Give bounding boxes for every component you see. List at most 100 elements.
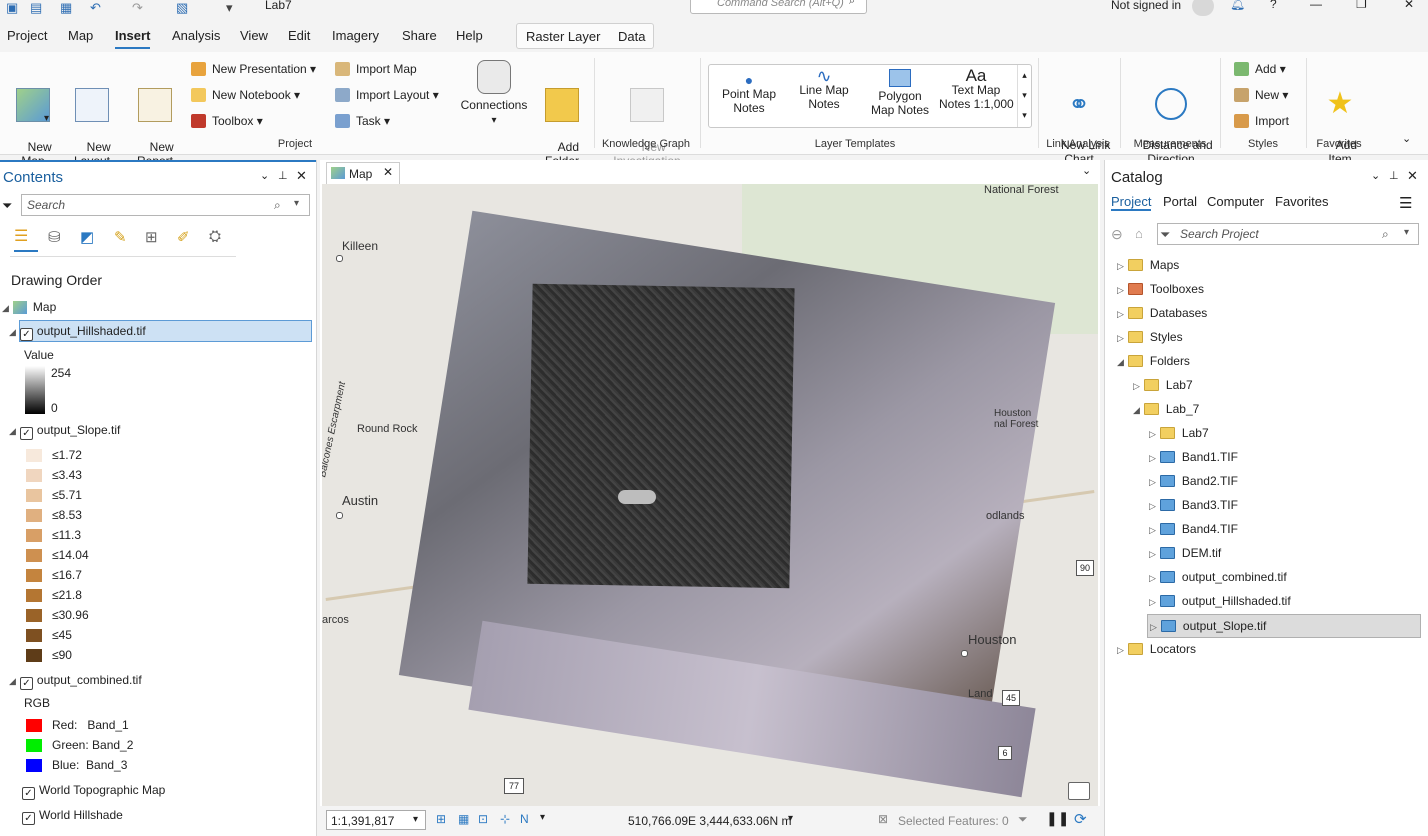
close-icon[interactable]: ✕ (1404, 0, 1414, 11)
catalog-item-databases[interactable]: ▷ Databases (1117, 302, 1207, 324)
list-by-source-icon[interactable]: ⛁ (48, 228, 61, 246)
toc-layer-hillshade[interactable]: ◢ ✓ output_Hillshaded.tif (9, 324, 146, 341)
list-by-drawing-order-icon[interactable]: ☰ (14, 226, 38, 252)
list-by-snapping-icon[interactable]: ⊞ (145, 228, 158, 246)
redo-icon[interactable]: ↷ (132, 0, 143, 16)
catalog-raster-item[interactable]: ▷ output_combined.tif (1149, 566, 1287, 588)
catalog-raster-item[interactable]: ▷ Band1.TIF (1149, 446, 1238, 468)
task-button[interactable]: Task ▾ (335, 112, 390, 130)
catalog-tab-project[interactable]: Project (1111, 194, 1152, 211)
color-swatch[interactable] (26, 759, 42, 772)
color-swatch[interactable] (26, 609, 42, 622)
north-arrow-icon[interactable]: N (520, 812, 529, 826)
avatar[interactable] (1192, 0, 1214, 16)
quick-access-icon[interactable]: ▧ (176, 0, 188, 16)
catalog-item-toolboxes[interactable]: ▷ Toolboxes (1117, 278, 1204, 300)
color-swatch[interactable] (26, 449, 42, 462)
catalog-search-input[interactable]: ⏷ Search Project ⌕ ▾ (1157, 223, 1419, 245)
styles-import-button[interactable]: Import (1234, 112, 1289, 130)
close-pane-icon[interactable]: ✕ (296, 168, 307, 184)
toc-layer-combined[interactable]: ◢ ✓ output_combined.tif (9, 673, 142, 690)
map-tab[interactable]: Map ✕ (326, 162, 400, 185)
color-swatch[interactable] (26, 719, 42, 732)
line-map-notes-button[interactable]: ∿ Line Map Notes (789, 67, 859, 111)
color-swatch[interactable] (26, 509, 42, 522)
help-icon[interactable]: ? (1270, 0, 1277, 11)
color-swatch[interactable] (26, 589, 42, 602)
new-notebook-button[interactable]: New Notebook ▾ (191, 86, 300, 104)
toc-map-row[interactable]: ◢ Map (2, 300, 56, 314)
catalog-raster-item[interactable]: ▷ Band3.TIF (1149, 494, 1238, 516)
tab-edit[interactable]: Edit (288, 28, 310, 43)
toc-layer-world-hillshade[interactable]: ✓ World Hillshade (22, 808, 123, 825)
new-presentation-button[interactable]: New Presentation ▾ (191, 60, 316, 78)
tab-data[interactable]: Data (618, 29, 645, 44)
pin-icon[interactable]: ⊥ (1389, 169, 1399, 182)
close-tab-icon[interactable]: ✕ (383, 165, 393, 179)
table-icon[interactable]: ▦ (458, 812, 469, 826)
color-swatch[interactable] (26, 529, 42, 542)
toc-layer-slope[interactable]: ◢ ✓ output_Slope.tif (9, 423, 120, 440)
home-icon[interactable]: ⌂ (1135, 226, 1143, 241)
tab-insert[interactable]: Insert (115, 28, 151, 49)
measure-icon[interactable]: ⊹ (500, 812, 510, 826)
expand-icon[interactable]: ◢ (9, 327, 16, 337)
layer-visibility-checkbox[interactable]: ✓ (22, 787, 35, 800)
import-layout-button[interactable]: Import Layout ▾ (335, 86, 439, 104)
refresh-icon[interactable]: ⟳ (1074, 810, 1087, 828)
catalog-item-locators[interactable]: ▷ Locators (1117, 638, 1196, 660)
catalog-raster-item[interactable]: ▷ output_Slope.tif (1147, 614, 1421, 638)
save-icon[interactable]: ▦ (60, 0, 72, 16)
expand-icon[interactable]: ▷ (1149, 453, 1156, 463)
map-canvas[interactable]: National Forest Killeen Round Rock Balco… (322, 184, 1098, 806)
pane-options-icon[interactable]: ⌄ (260, 169, 269, 182)
color-swatch[interactable] (26, 489, 42, 502)
chevron-down-icon[interactable]: ▾ (540, 812, 545, 823)
filter-icon[interactable]: ⏷ (2, 198, 12, 214)
basemap-toggle-icon[interactable] (1068, 782, 1090, 800)
search-dropdown-icon[interactable]: ▾ (1404, 227, 1409, 238)
tab-project[interactable]: Project (7, 28, 47, 43)
filter-icon[interactable]: ⏷ (1160, 227, 1170, 243)
search-dropdown-icon[interactable]: ▾ (294, 198, 299, 209)
tab-map[interactable]: Map (68, 28, 93, 43)
list-by-editing-icon[interactable]: ✎ (114, 228, 127, 246)
pin-icon[interactable]: ⊥ (278, 169, 288, 182)
customize-dropdown-icon[interactable]: ▾ (226, 0, 233, 16)
signin-status[interactable]: Not signed in (1111, 0, 1181, 12)
tab-share[interactable]: Share (402, 28, 437, 43)
layer-visibility-checkbox[interactable]: ✓ (19, 328, 33, 341)
selected-features-count[interactable]: Selected Features: 0 (898, 814, 1009, 828)
catalog-raster-item[interactable]: ▷ Band4.TIF (1149, 518, 1238, 540)
minimize-icon[interactable]: — (1310, 0, 1322, 11)
catalog-tab-favorites[interactable]: Favorites (1275, 194, 1328, 209)
expand-icon[interactable]: ▷ (1149, 573, 1156, 583)
layer-visibility-checkbox[interactable]: ✓ (19, 677, 33, 690)
expand-icon[interactable]: ▷ (1149, 501, 1156, 511)
gallery-scroll[interactable]: ▴ ▾ ▾ (1017, 65, 1031, 127)
expand-icon[interactable]: ◢ (9, 426, 16, 436)
color-swatch[interactable] (26, 569, 42, 582)
notification-icon[interactable]: 🔔︎ (1230, 0, 1245, 11)
list-by-labeling-icon[interactable]: ✐ (177, 228, 190, 246)
toc-layer-world-topo[interactable]: ✓ World Topographic Map (22, 783, 165, 800)
list-by-selection-icon[interactable]: ◩ (80, 228, 94, 246)
back-icon[interactable]: ⊖ (1111, 226, 1123, 243)
coordinate-units-dropdown[interactable]: ▾ (788, 813, 793, 824)
catalog-raster-item[interactable]: ▷ DEM.tif (1149, 542, 1221, 564)
open-icon[interactable]: ▤ (30, 0, 42, 16)
menu-icon[interactable]: ☰ (1399, 194, 1412, 212)
expand-icon[interactable]: ▷ (1149, 525, 1156, 535)
color-swatch[interactable] (26, 549, 42, 562)
catalog-item-folders[interactable]: ◢ Folders (1117, 350, 1190, 372)
tab-raster-layer[interactable]: Raster Layer (526, 29, 600, 44)
catalog-folder-lab7[interactable]: ▷ Lab7 (1133, 374, 1193, 396)
point-map-notes-button[interactable]: ● Point Map Notes (715, 73, 783, 115)
expand-icon[interactable]: ◢ (2, 303, 9, 313)
tab-view[interactable]: View (240, 28, 268, 43)
text-map-notes-button[interactable]: Aa Text Map Notes 1:1,000 (939, 67, 1014, 111)
command-search-input[interactable]: Command Search (Alt+Q) ⌕ (690, 0, 867, 14)
expand-icon[interactable]: ▷ (1149, 477, 1156, 487)
color-swatch[interactable] (26, 469, 42, 482)
tab-help[interactable]: Help (456, 28, 483, 43)
